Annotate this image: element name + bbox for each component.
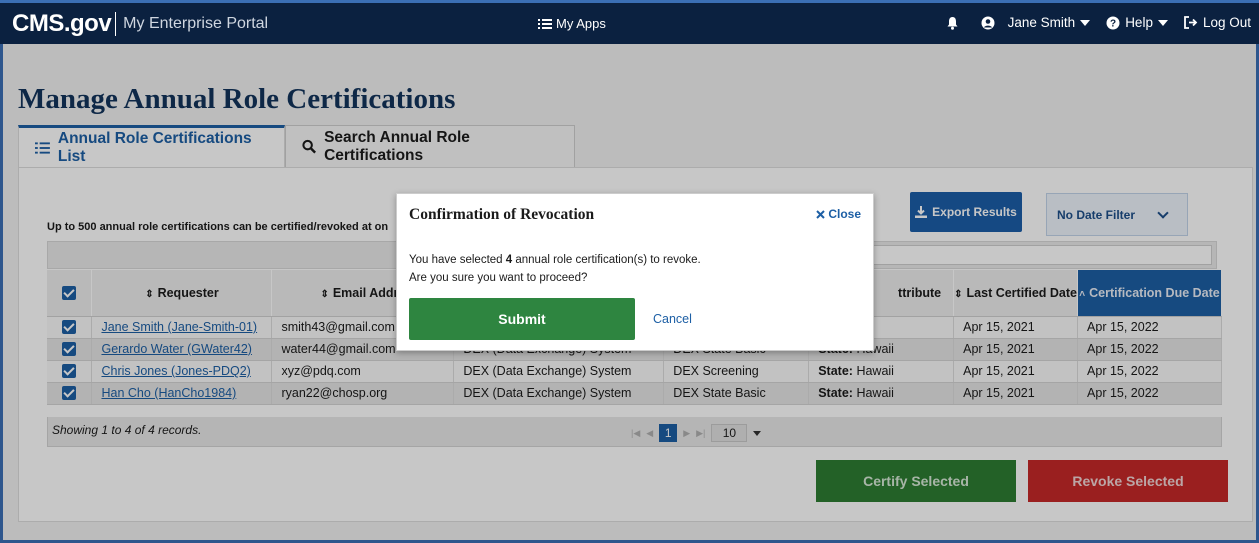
logout-label: Log Out [1202, 15, 1251, 30]
help-label: Help [1125, 15, 1153, 30]
user-circle-icon [981, 16, 995, 29]
close-icon [816, 209, 826, 219]
notifications-button[interactable] [946, 16, 959, 30]
submit-button[interactable]: Submit [409, 298, 635, 340]
modal-message-line-2: Are you sure you want to proceed? [409, 272, 588, 284]
confirmation-modal: Confirmation of Revocation Close You hav… [396, 193, 874, 351]
chevron-down-icon [1157, 19, 1168, 26]
svg-text:?: ? [1110, 18, 1116, 29]
list-icon [538, 18, 552, 29]
brand[interactable]: CMS.gov My Enterprise Portal [12, 10, 268, 38]
brand-divider [115, 12, 117, 36]
portal-name: My Enterprise Portal [123, 15, 269, 32]
close-label: Close [828, 207, 861, 221]
modal-title: Confirmation of Revocation [409, 206, 595, 223]
logout-button[interactable]: Log Out [1184, 15, 1251, 30]
nav-right: Jane Smith ? Help Log Out [930, 15, 1251, 30]
bell-icon [947, 16, 958, 30]
user-name: Jane Smith [1007, 15, 1076, 30]
cancel-link[interactable]: Cancel [653, 312, 692, 326]
my-apps-menu[interactable]: My Apps [538, 16, 606, 31]
help-menu[interactable]: ? Help [1106, 15, 1168, 30]
modal-message-line-1: You have selected 4 annual role certific… [409, 254, 701, 266]
user-menu[interactable]: Jane Smith [981, 15, 1091, 30]
my-apps-label: My Apps [556, 16, 606, 31]
sign-out-icon [1184, 16, 1198, 29]
help-icon: ? [1106, 16, 1120, 29]
cms-logo: CMS.gov [12, 10, 112, 37]
top-navbar: CMS.gov My Enterprise Portal My Apps Jan… [0, 0, 1259, 44]
modal-message: You have selected 4 annual role certific… [409, 251, 701, 287]
chevron-down-icon [1080, 19, 1091, 26]
modal-close-button[interactable]: Close [816, 207, 861, 221]
